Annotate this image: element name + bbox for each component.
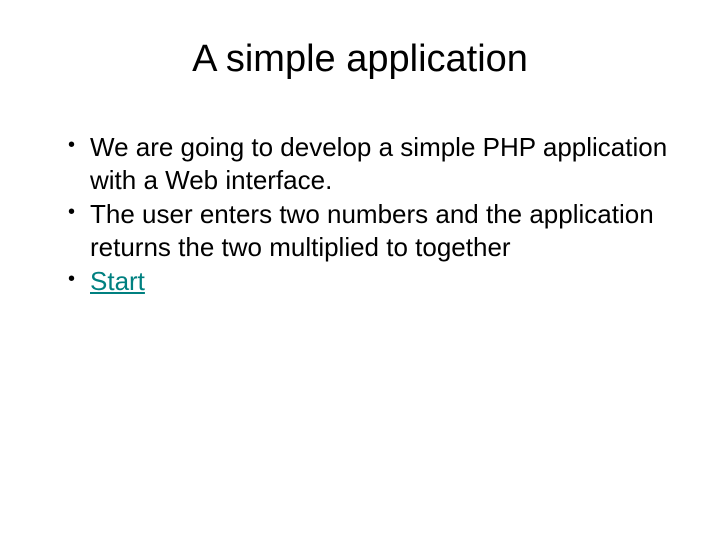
list-item: Start	[68, 265, 670, 298]
start-link[interactable]: Start	[90, 266, 145, 296]
bullet-list: We are going to develop a simple PHP app…	[50, 131, 670, 298]
slide: A simple application We are going to dev…	[0, 0, 720, 540]
slide-title: A simple application	[50, 38, 670, 81]
list-item: We are going to develop a simple PHP app…	[68, 131, 670, 196]
list-item: The user enters two numbers and the appl…	[68, 198, 670, 263]
